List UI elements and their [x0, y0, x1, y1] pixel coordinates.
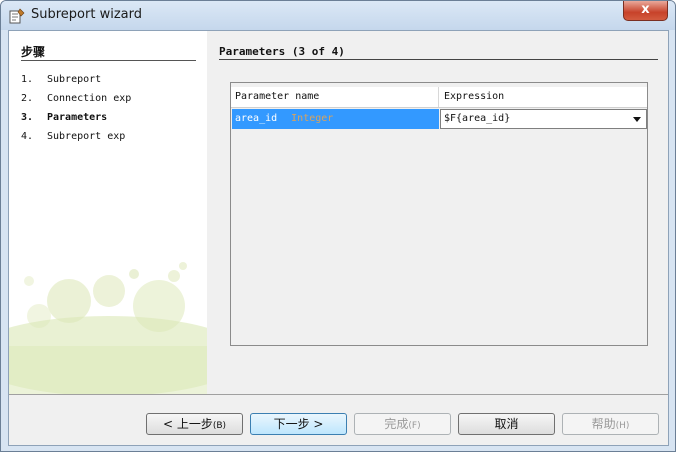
- steps-heading: 步骤: [21, 45, 46, 59]
- step-item-subreport: 1. Subreport: [21, 74, 101, 85]
- title-bar[interactable]: Subreport wizard x: [1, 1, 675, 30]
- expression-combo[interactable]: $F{area_id}: [440, 109, 647, 129]
- step-item-subreport-exp: 4. Subreport exp: [21, 131, 125, 142]
- parameter-type: Integer: [291, 113, 334, 124]
- subreport-wizard-window: Subreport wizard x 步骤 1. Subreport 2. Conn…: [0, 0, 676, 452]
- step-label: Connection exp: [47, 93, 132, 104]
- help-button-accelerator: (H): [615, 421, 630, 431]
- finish-button[interactable]: 完成(F): [354, 413, 451, 435]
- step-label: Subreport: [47, 74, 102, 85]
- page-title: Parameters (3 of 4): [219, 45, 345, 58]
- step-label: Parameters: [47, 112, 108, 123]
- close-icon: x: [641, 2, 650, 17]
- footer-divider: [9, 394, 668, 395]
- finish-button-accelerator: (F): [408, 421, 421, 431]
- parameters-table[interactable]: Parameter name Expression area_id Integer…: [230, 82, 648, 346]
- table-row[interactable]: area_id Integer $F{area_id}: [231, 109, 647, 129]
- step-item-connection-exp: 2. Connection exp: [21, 93, 131, 104]
- cancel-button[interactable]: 取消: [458, 413, 555, 435]
- wizard-app-icon: [9, 8, 25, 24]
- step-number: 2.: [21, 93, 34, 104]
- table-header: Parameter name Expression: [231, 87, 647, 108]
- steps-divider: [21, 60, 196, 61]
- decorative-bubbles-graphic: [9, 262, 207, 394]
- parameter-name: area_id: [235, 113, 278, 124]
- next-button[interactable]: 下一步 >: [250, 413, 347, 435]
- expression-value: $F{area_id}: [444, 113, 511, 124]
- back-button-accelerator: (B): [212, 421, 227, 431]
- window-title: Subreport wizard: [31, 7, 142, 22]
- steps-panel: 步骤 1. Subreport 2. Connection exp 3. Parame…: [9, 31, 207, 394]
- back-button[interactable]: < 上一步(B): [146, 413, 243, 435]
- column-header-parameter-name[interactable]: Parameter name: [231, 87, 439, 107]
- wizard-client-area: 步骤 1. Subreport 2. Connection exp 3. Parame…: [8, 30, 669, 446]
- step-label: Subreport exp: [47, 131, 126, 142]
- finish-button-label: 完成: [384, 417, 409, 431]
- parameter-name-cell[interactable]: area_id Integer: [232, 109, 439, 129]
- help-button-label: 帮助: [591, 417, 616, 431]
- cancel-button-label: 取消: [494, 417, 519, 431]
- step-number: 3.: [21, 112, 34, 123]
- help-button[interactable]: 帮助(H): [562, 413, 659, 435]
- step-item-parameters: 3. Parameters: [21, 112, 107, 123]
- back-button-label: < 上一步: [162, 417, 213, 431]
- chevron-down-icon[interactable]: [633, 117, 641, 122]
- step-number: 4.: [21, 131, 34, 142]
- close-button[interactable]: x: [623, 1, 668, 21]
- content-divider: [219, 59, 658, 60]
- next-button-label: 下一步 >: [273, 417, 324, 431]
- step-number: 1.: [21, 74, 34, 85]
- column-header-expression[interactable]: Expression: [439, 87, 647, 107]
